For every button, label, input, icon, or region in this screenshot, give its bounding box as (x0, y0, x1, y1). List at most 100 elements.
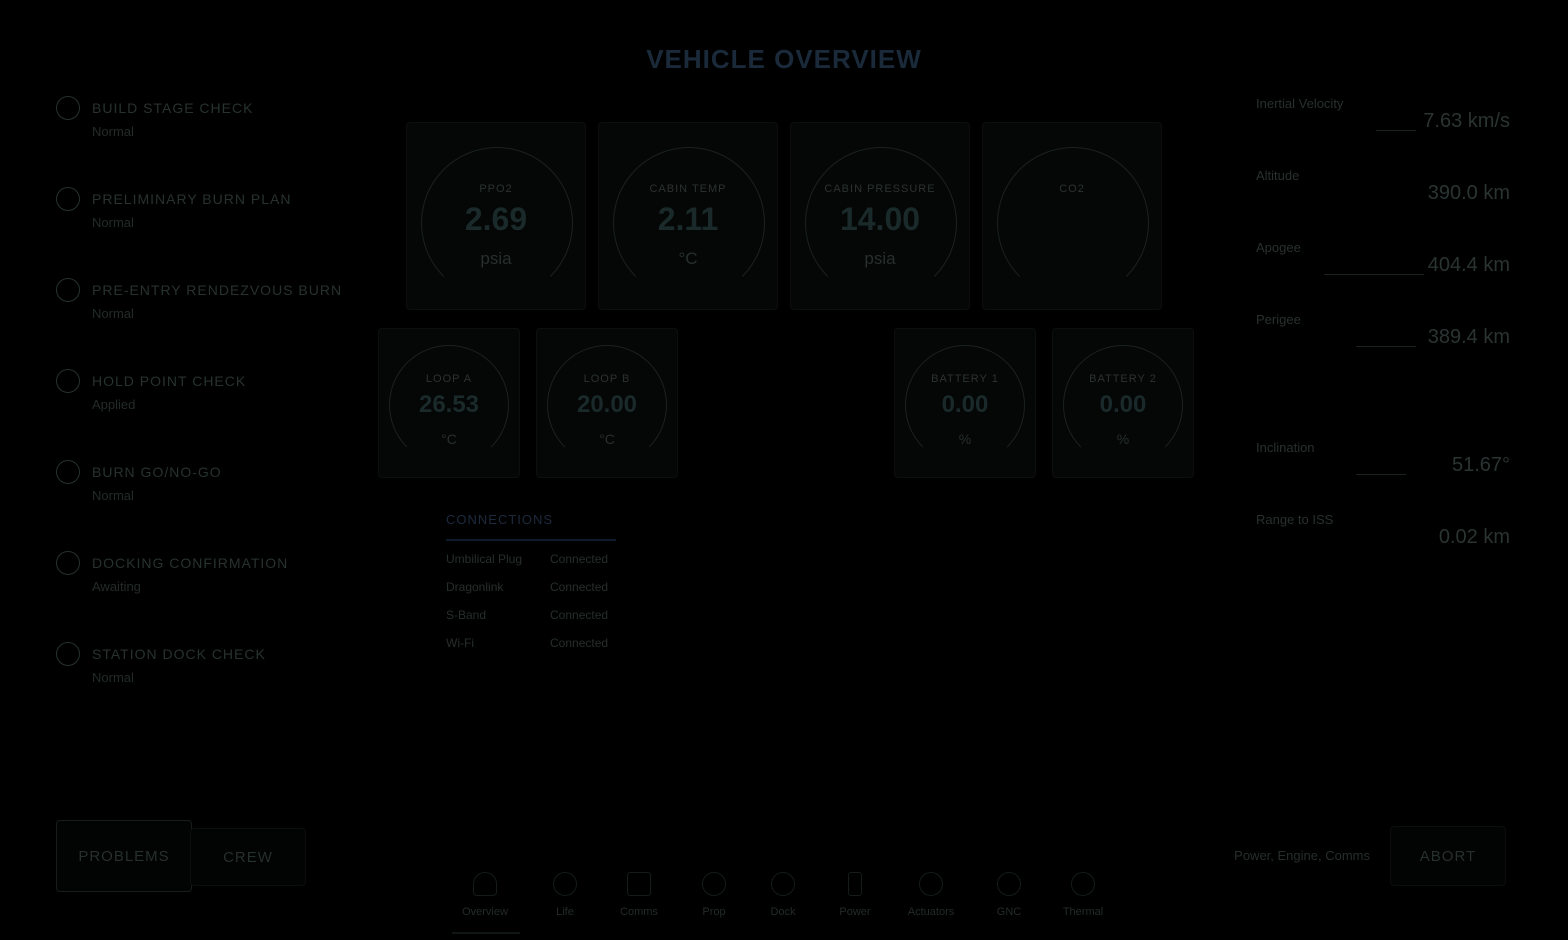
connection-name: Wi-Fi (446, 636, 474, 650)
actuator-icon (919, 872, 943, 896)
connection-status: Connected (550, 608, 609, 622)
telemetry-underline (1324, 274, 1424, 275)
nav-label: Prop (702, 906, 726, 918)
gauge-value: 2.11 (657, 201, 719, 237)
gnc-icon (997, 872, 1021, 896)
comms-icon (627, 872, 651, 896)
gauge-label: BATTERY 2 (1089, 373, 1157, 385)
power-icon (848, 872, 862, 896)
telemetry-underline (1376, 130, 1416, 131)
nav-label: Actuators (907, 906, 955, 918)
checklist-item[interactable]: STATION DOCK CHECK Normal (56, 642, 356, 702)
telemetry-inertial-velocity: Inertial Velocity 7.63 km/s (1256, 96, 1516, 146)
checklist-item-status: Normal (92, 124, 134, 139)
nav-label: Power (839, 906, 871, 918)
checklist-item[interactable]: HOLD POINT CHECK Applied (56, 369, 356, 429)
life-support-icon (553, 872, 577, 896)
gauge-co2[interactable]: CO2 (982, 122, 1162, 310)
telemetry-value: 404.4 km (1427, 254, 1510, 276)
gauge-unit: psia (480, 249, 512, 268)
telemetry-label: Apogee (1256, 240, 1301, 255)
gauge-value: 0.00 (941, 391, 989, 418)
nav-label: Life (556, 906, 574, 918)
check-circle-icon[interactable] (56, 369, 80, 393)
table-row: Umbilical Plug Connected (446, 552, 626, 572)
nav-item-thermal[interactable]: Thermal (1048, 868, 1118, 928)
table-row: S-Band Connected (446, 608, 626, 628)
check-circle-icon[interactable] (56, 96, 80, 120)
telemetry-value: 51.67° (1451, 454, 1510, 476)
telemetry-label: Range to ISS (1256, 512, 1334, 527)
nav-item-prop[interactable]: Prop (679, 868, 749, 928)
table-row: Wi-Fi Connected (446, 636, 626, 656)
checklist-item[interactable]: DOCKING CONFIRMATION Awaiting (56, 551, 356, 611)
gauge-unit: °C (441, 431, 457, 447)
connection-status: Connected (550, 552, 609, 566)
nav-label: Comms (620, 906, 658, 918)
checklist-item-name: BUILD STAGE CHECK (92, 100, 254, 116)
gauge-value: 0.00 (1099, 391, 1147, 418)
gauge-loop-a[interactable]: LOOP A 26.53 °C (378, 328, 520, 478)
nav-active-indicator (452, 932, 520, 934)
problems-button[interactable]: PROBLEMS (56, 820, 192, 892)
check-circle-icon[interactable] (56, 187, 80, 211)
nav-item-life[interactable]: Life (530, 868, 600, 928)
telemetry-value: 390.0 km (1427, 182, 1510, 204)
dock-icon (771, 872, 795, 896)
check-circle-icon[interactable] (56, 642, 80, 666)
nav-label: Dock (770, 906, 796, 918)
propulsion-icon (702, 872, 726, 896)
page-title: VEHICLE OVERVIEW (646, 44, 922, 74)
checklist-item[interactable]: BUILD STAGE CHECK Normal (56, 96, 356, 156)
abort-button[interactable]: ABORT (1390, 826, 1506, 886)
nav-label: Overview (462, 906, 508, 918)
telemetry-underline (1356, 346, 1416, 347)
gauge-value: 20.00 (576, 391, 638, 418)
gauge-cabin-pressure[interactable]: CABIN PRESSURE 14.00 psia (790, 122, 970, 310)
gauge-value: 14.00 (839, 201, 921, 237)
checklist-item[interactable]: BURN GO/NO-GO Normal (56, 460, 356, 520)
telemetry-value: 0.02 km (1438, 526, 1510, 548)
connection-name: Umbilical Plug (446, 552, 523, 566)
table-row: Dragonlink Connected (446, 580, 626, 600)
checklist-item-status: Normal (92, 306, 134, 321)
nav-item-power[interactable]: Power (820, 868, 890, 928)
crew-button[interactable]: CREW (190, 828, 306, 886)
connections-underline (446, 539, 616, 541)
nav-item-comms[interactable]: Comms (604, 868, 674, 928)
telemetry-label: Perigee (1256, 312, 1301, 327)
gauge-unit: °C (599, 431, 615, 447)
connection-name: Dragonlink (446, 580, 504, 594)
connection-name: S-Band (446, 608, 487, 622)
telemetry-inclination: Inclination 51.67° (1256, 440, 1516, 490)
nav-item-overview[interactable]: Overview (450, 868, 520, 928)
gauge-cabin-temp[interactable]: CABIN TEMP 2.11 °C (598, 122, 778, 310)
nav-item-actuators[interactable]: Actuators (896, 868, 966, 928)
checklist-item-status: Normal (92, 670, 134, 685)
checklist-item[interactable]: PRE-ENTRY RENDEZVOUS BURN Normal (56, 278, 356, 338)
abort-caption: Power, Engine, Comms (1234, 848, 1370, 863)
check-circle-icon[interactable] (56, 278, 80, 302)
gauge-battery-1[interactable]: BATTERY 1 0.00 % (894, 328, 1036, 478)
telemetry-perigee: Perigee 389.4 km (1256, 312, 1516, 362)
telemetry-altitude: Altitude 390.0 km (1256, 168, 1516, 218)
checklist-item-status: Normal (92, 215, 134, 230)
connection-status: Connected (550, 636, 609, 650)
nav-item-gnc[interactable]: GNC (974, 868, 1044, 928)
gauge-label: BATTERY 1 (931, 373, 999, 385)
checklist-item-name: HOLD POINT CHECK (92, 373, 247, 389)
gauge-label: PPO2 (479, 183, 513, 195)
gauge-unit: °C (678, 249, 698, 268)
connection-status: Connected (550, 580, 609, 594)
checklist-item[interactable]: PRELIMINARY BURN PLAN Normal (56, 187, 356, 247)
telemetry-label: Inclination (1256, 440, 1315, 455)
telemetry-label: Altitude (1256, 168, 1300, 183)
checklist-item-status: Applied (92, 397, 136, 412)
gauge-loop-b[interactable]: LOOP B 20.00 °C (536, 328, 678, 478)
check-circle-icon[interactable] (56, 460, 80, 484)
nav-item-dock[interactable]: Dock (748, 868, 818, 928)
capsule-icon (473, 872, 497, 896)
gauge-battery-2[interactable]: BATTERY 2 0.00 % (1052, 328, 1194, 478)
gauge-ppo2[interactable]: PPO2 2.69 psia (406, 122, 586, 310)
check-circle-icon[interactable] (56, 551, 80, 575)
